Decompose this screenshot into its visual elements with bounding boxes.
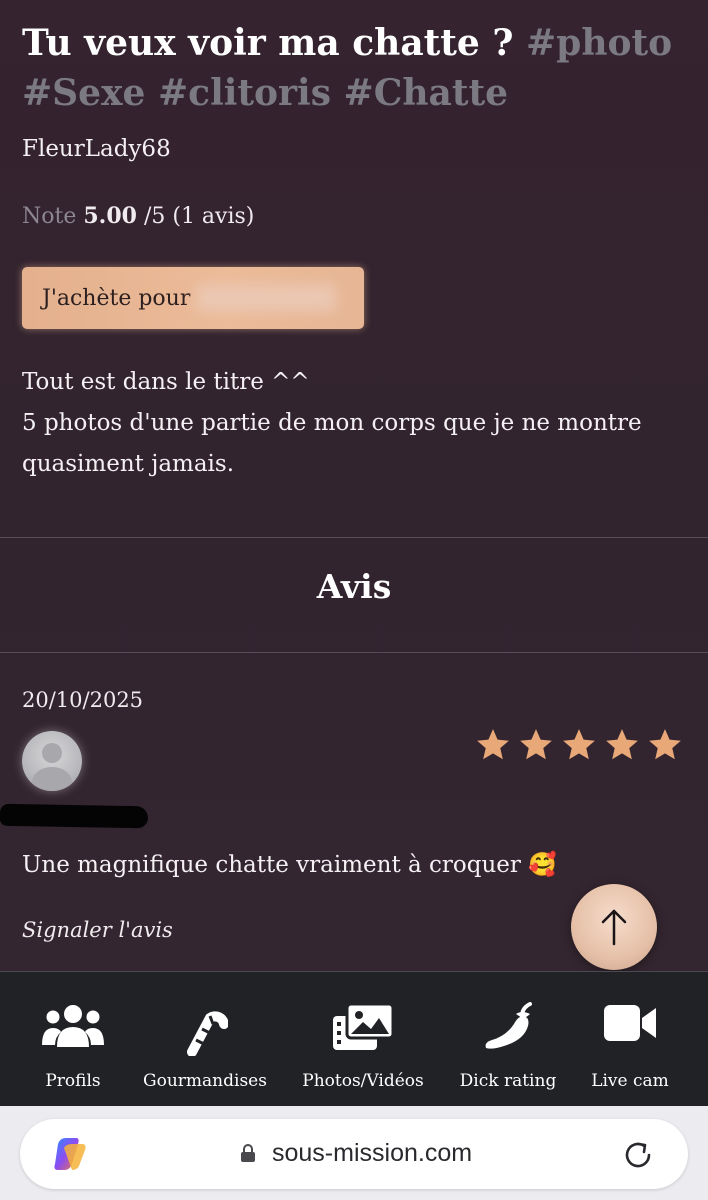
reload-icon[interactable] [621, 1138, 655, 1172]
name-redaction [0, 803, 149, 829]
star-icon [606, 729, 638, 760]
divider [0, 537, 708, 538]
browser-address-bar: sous-mission.com [0, 1106, 708, 1200]
nav-item-photos-videos[interactable]: Photos/Vidéos [296, 972, 430, 1107]
bottom-nav: Profils Gourmandises Photos/Vidéos Dick [0, 971, 708, 1106]
lock-icon [241, 1144, 255, 1162]
url-field[interactable]: sous-mission.com [20, 1119, 688, 1189]
listing-title: Tu veux voir ma chatte ? #photo #Sexe #c… [22, 18, 682, 118]
arrow-up-icon [601, 909, 627, 946]
nav-label: Photos/Vidéos [302, 1071, 424, 1091]
reviews-heading: Avis [316, 567, 392, 606]
avatar-shoulders [32, 767, 72, 791]
copilot-icon[interactable] [50, 1134, 90, 1174]
users-icon [42, 1005, 104, 1047]
rating-label: Note [22, 204, 77, 229]
review-text: Une magnifique chatte vraiment à croquer… [22, 851, 557, 878]
description-line-2: 5 photos d'une partie de mon corps que j… [22, 410, 642, 477]
smiling-hearts-emoji: 🥰 [528, 852, 557, 878]
star-icon [520, 729, 552, 760]
star-icon [649, 729, 681, 760]
nav-label: Gourmandises [143, 1071, 267, 1091]
rating-summary: Note 5.00 /5 (1 avis) [22, 203, 254, 229]
report-review-link[interactable]: Signaler l'avis [22, 918, 173, 942]
tag-clitoris[interactable]: #clitoris [158, 72, 331, 114]
nav-label: Profils [45, 1071, 101, 1091]
nav-item-profils[interactable]: Profils [22, 972, 124, 1107]
nav-label: Dick rating [459, 1071, 557, 1091]
video-camera-icon [604, 1005, 656, 1041]
reviewer-name: F [0, 801, 150, 833]
review-date: 20/10/2025 [22, 688, 144, 712]
pepper-icon [485, 1002, 532, 1049]
nav-item-gourmandises[interactable]: Gourmandises [140, 972, 270, 1107]
divider [0, 652, 708, 653]
url-text: sous-mission.com [272, 1139, 473, 1167]
photo-video-icon [333, 1002, 395, 1050]
description-line-1: Tout est dans le titre ^^ [22, 369, 310, 395]
star-icon [563, 729, 595, 760]
avatar-head [42, 743, 62, 763]
candy-cane-icon [187, 1011, 228, 1056]
nav-item-dick-rating[interactable]: Dick rating [456, 972, 560, 1107]
rating-suffix: /5 (1 avis) [143, 204, 255, 229]
review-body: Une magnifique chatte vraiment à croquer [22, 852, 521, 878]
tag-chatte[interactable]: #Chatte [344, 72, 508, 114]
tag-photo[interactable]: #photo [526, 22, 672, 64]
nav-label: Live cam [591, 1071, 669, 1091]
avatar [22, 731, 82, 791]
buy-button-label: J'achète pour [42, 285, 191, 311]
star-rating [474, 726, 684, 764]
star-icon [477, 729, 509, 760]
listing-page: Tu veux voir ma chatte ? #photo #Sexe #c… [0, 0, 708, 970]
nav-item-live-cam[interactable]: Live cam [584, 972, 676, 1107]
author-name[interactable]: FleurLady68 [22, 136, 171, 162]
listing-description: Tout est dans le titre ^^ 5 photos d'une… [22, 362, 682, 485]
tag-sexe[interactable]: #Sexe [22, 72, 145, 114]
buy-button[interactable]: J'achète pour [22, 267, 364, 329]
title-text: Tu veux voir ma chatte ? [22, 22, 514, 64]
rating-score: 5.00 [83, 203, 137, 229]
scroll-to-top-button[interactable] [571, 884, 657, 970]
price-redacted [196, 284, 337, 312]
